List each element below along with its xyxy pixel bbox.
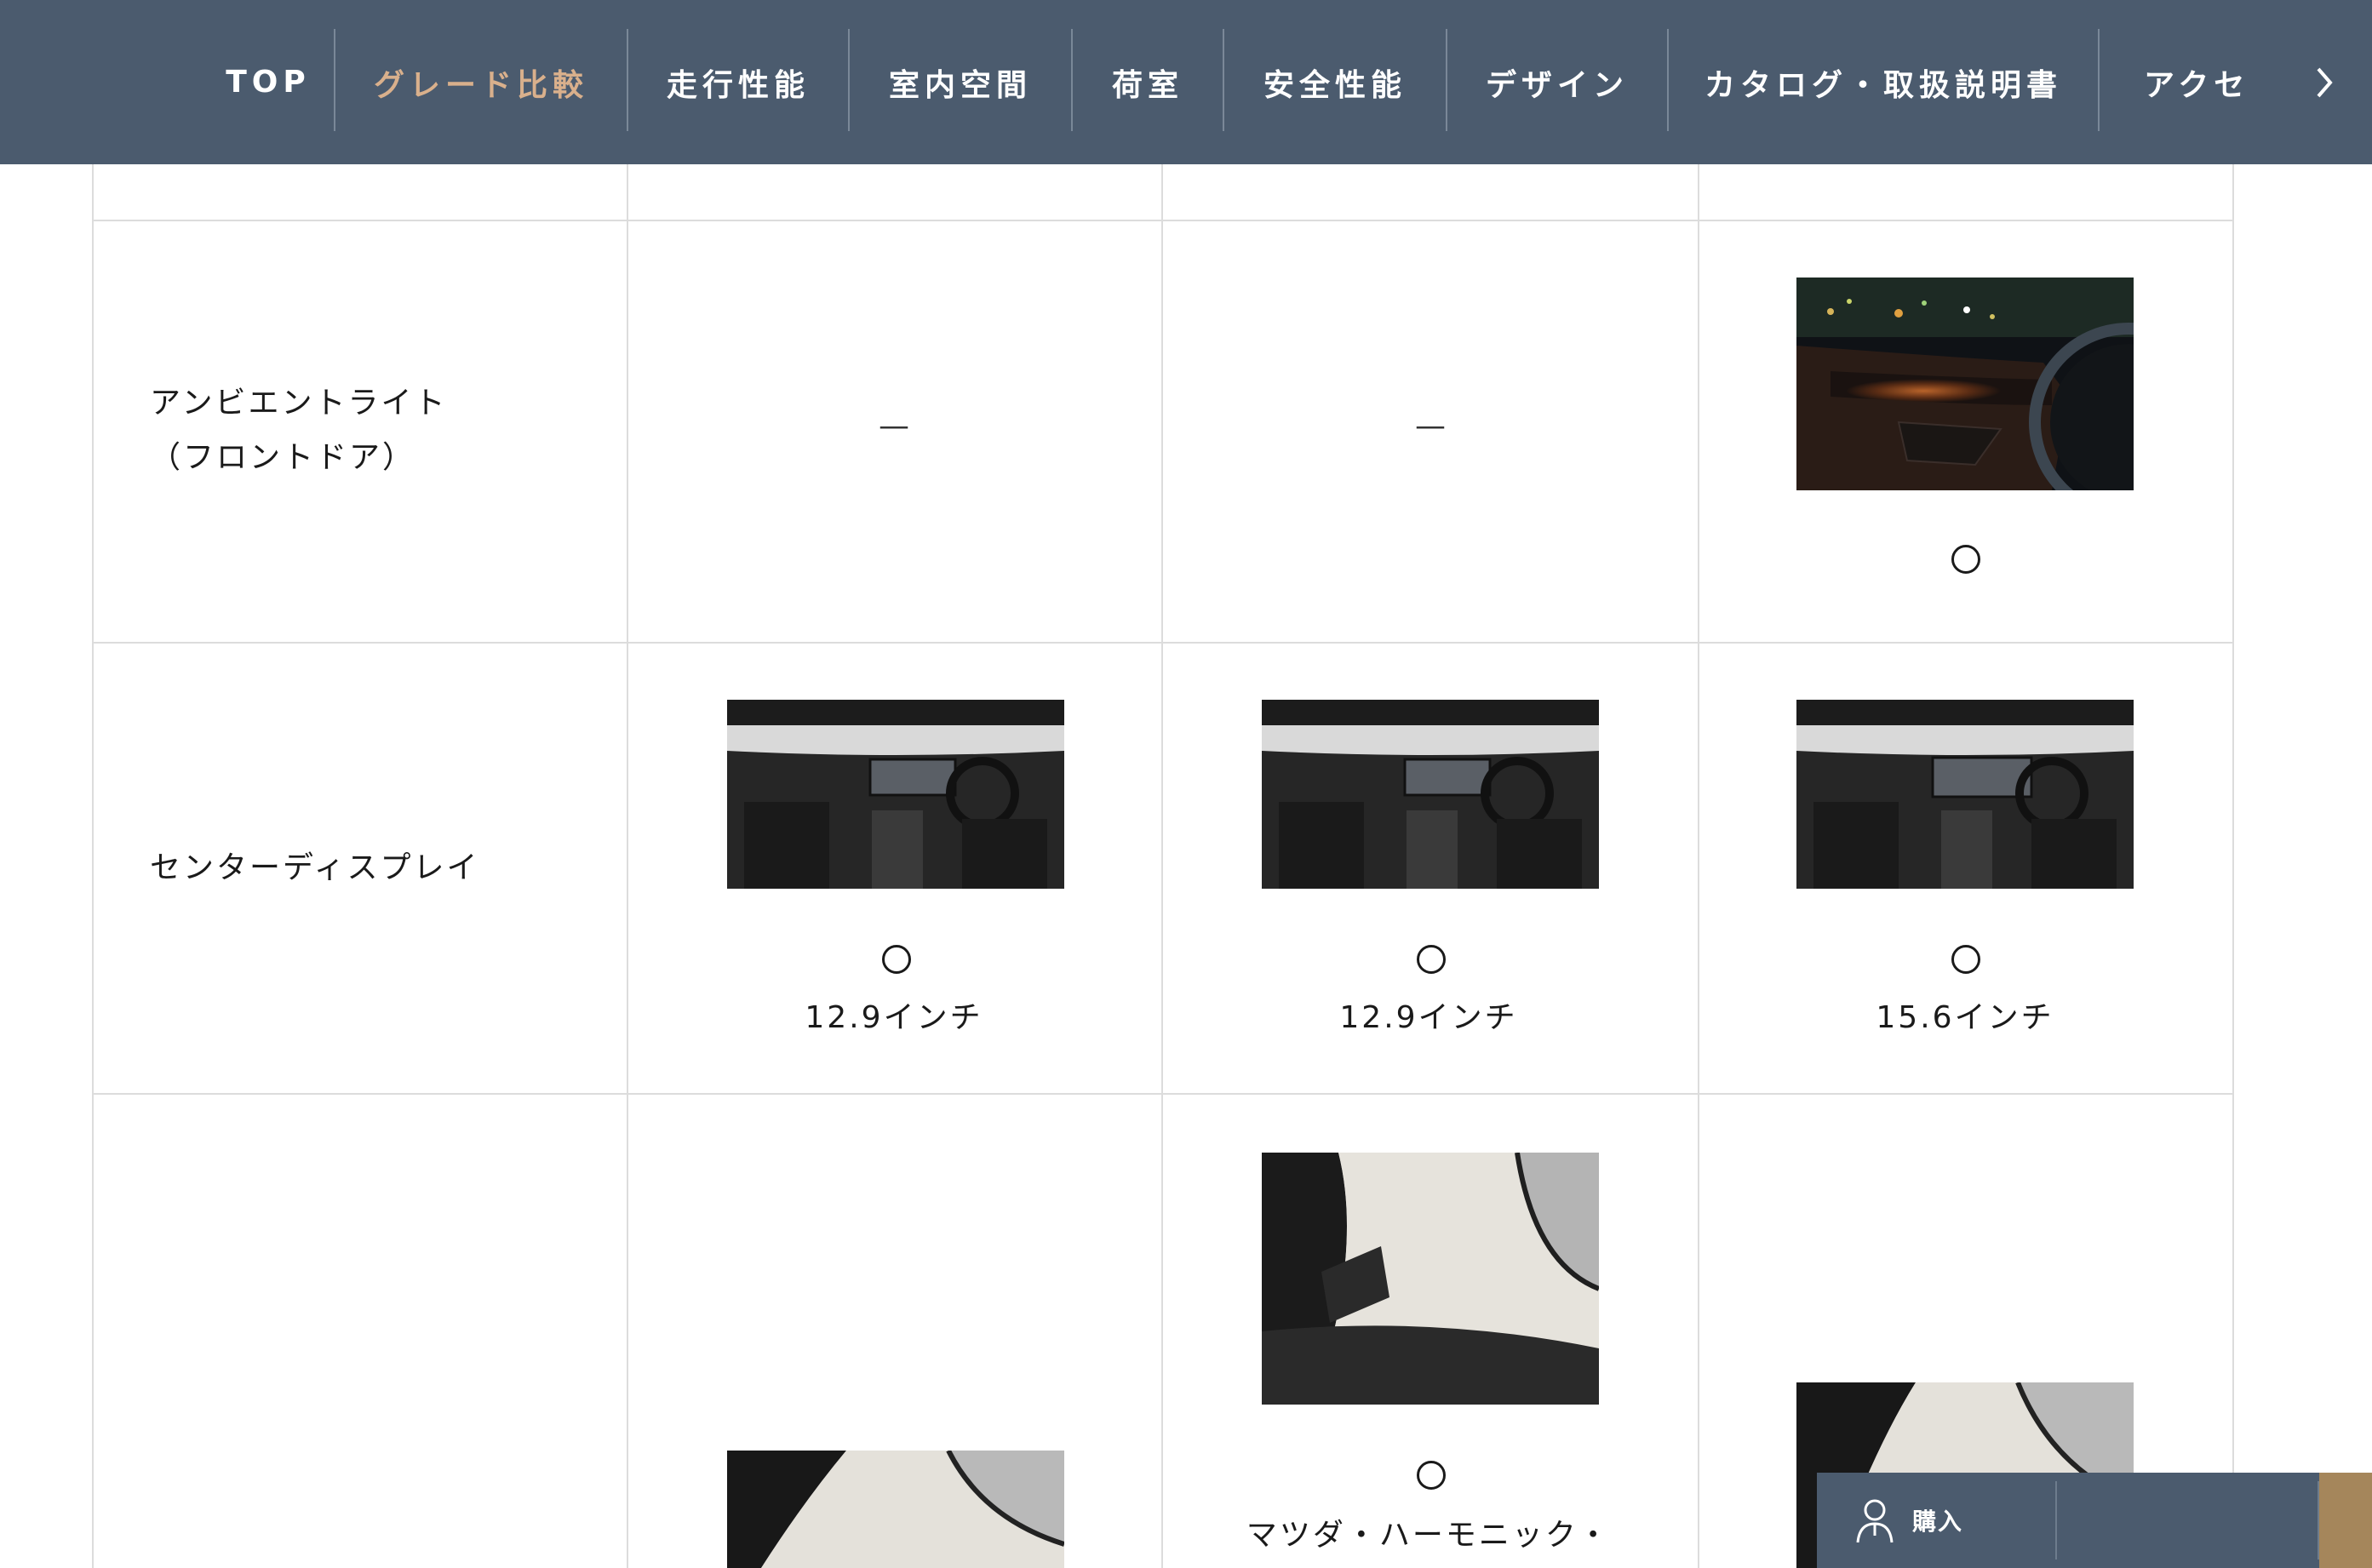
nav-next-button[interactable] xyxy=(2299,0,2350,164)
chevron-right-icon xyxy=(2317,67,2333,97)
buy-label: 購入 xyxy=(1912,1508,1964,1536)
floating-action-bar: 購入 xyxy=(1817,1473,2372,1568)
nav-item-interior-space[interactable]: 室内空間 xyxy=(850,0,1071,164)
buy-button[interactable]: 購入 xyxy=(1817,1473,2055,1568)
nav-item-catalog-manual[interactable]: カタログ・取扱説明書 xyxy=(1669,0,2098,164)
row-label-line: アンビエントライト xyxy=(150,386,448,421)
center-display-photo xyxy=(1262,700,1599,889)
table-border xyxy=(1161,164,1163,1568)
table-border xyxy=(92,642,2234,644)
table-border xyxy=(92,220,2234,221)
available-mark xyxy=(882,945,911,974)
available-mark xyxy=(1417,945,1446,974)
nav-item-safety[interactable]: 安全性能 xyxy=(1224,0,1446,164)
display-size-text: 15.6インチ xyxy=(1876,1000,2054,1035)
floating-gold-button[interactable] xyxy=(2319,1473,2372,1568)
ambient-light-photo xyxy=(1796,278,2134,490)
not-available-mark: — xyxy=(1415,409,1446,444)
table-border xyxy=(627,164,628,1568)
row-label-line: （フロントドア） xyxy=(150,440,416,475)
person-icon xyxy=(1856,1499,1894,1543)
nav-item-luggage[interactable]: 荷室 xyxy=(1073,0,1223,164)
table-border xyxy=(92,1093,2234,1095)
available-mark xyxy=(1951,945,1980,974)
center-display-photo xyxy=(727,700,1064,889)
nav-item-grade-compare[interactable]: グレード比較 xyxy=(335,0,627,164)
display-size-text: 12.9インチ xyxy=(805,1000,983,1035)
top-navigation: TOP グレード比較 走行性能 室内空間 荷室 安全性能 デザイン カタログ・取… xyxy=(0,0,2372,164)
table-border xyxy=(92,164,94,1568)
row-label-ambient-light: アンビエントライト （フロントドア） xyxy=(150,376,448,485)
nav-item-top[interactable]: TOP xyxy=(204,0,332,164)
nav-item-accessories[interactable]: アクセ xyxy=(2100,0,2282,164)
table-border xyxy=(1698,164,1699,1568)
display-size-text: 12.9インチ xyxy=(1339,1000,1518,1035)
a-pillar-speaker-photo xyxy=(1262,1153,1599,1405)
a-pillar-speaker-photo xyxy=(727,1451,1064,1568)
available-mark xyxy=(1417,1461,1446,1490)
nav-item-driving-performance[interactable]: 走行性能 xyxy=(628,0,848,164)
table-border xyxy=(2232,164,2234,1568)
row-label-center-display: センターディスプレイ xyxy=(150,850,480,885)
not-available-mark: — xyxy=(879,409,909,444)
available-mark xyxy=(1951,545,1980,574)
speaker-name-text: マツダ・ハーモニック・ xyxy=(1246,1518,1612,1553)
nav-item-design[interactable]: デザイン xyxy=(1447,0,1667,164)
center-display-photo xyxy=(1796,700,2134,889)
